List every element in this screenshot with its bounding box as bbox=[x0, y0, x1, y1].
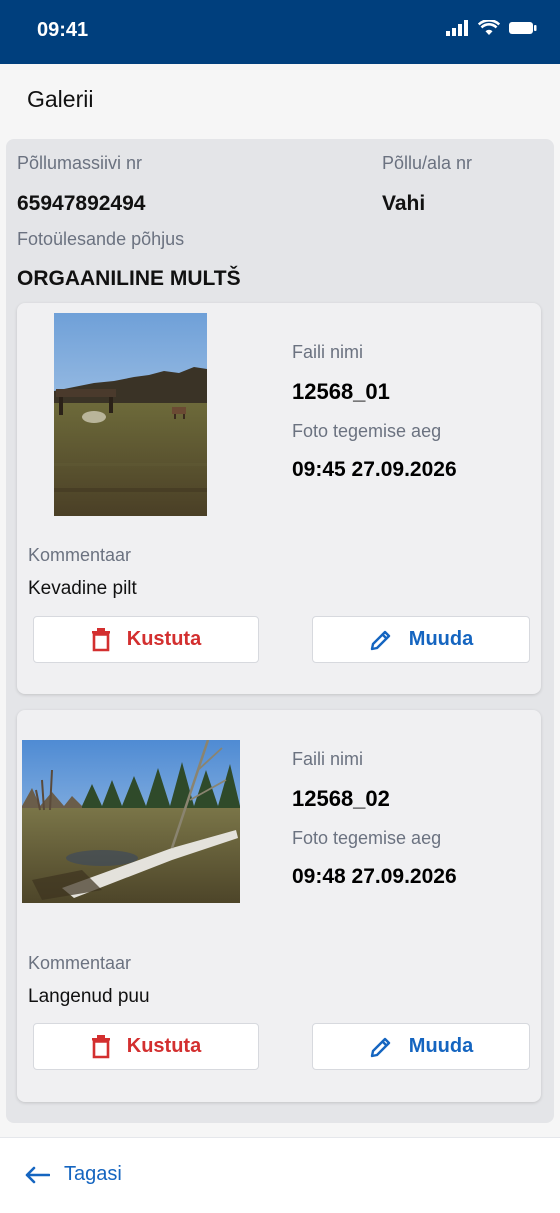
comment-label: Kommentaar bbox=[28, 545, 132, 565]
file-name-value: 12568_01 bbox=[292, 379, 390, 404]
file-name-label: Faili nimi bbox=[292, 342, 364, 362]
photo-time-value: 09:45 27.09.2026 bbox=[292, 458, 457, 481]
comment-label: Kommentaar bbox=[28, 953, 132, 973]
back-button[interactable]: Tagasi bbox=[24, 1163, 122, 1186]
edit-button-label: Muuda bbox=[408, 1035, 474, 1057]
status-time: 09:41 bbox=[37, 19, 89, 41]
signal-icon bbox=[446, 20, 468, 36]
photo-time-value: 09:48 27.09.2026 bbox=[292, 865, 457, 888]
area-number-label: Põllu/ala nr bbox=[382, 153, 473, 173]
delete-button[interactable]: Kustuta bbox=[33, 616, 259, 663]
comment-text: Langenud puu bbox=[28, 986, 150, 1007]
field-number-label: Põllumassiivi nr bbox=[17, 153, 143, 173]
field-number-value: 65947892494 bbox=[17, 192, 146, 215]
edit-button-label: Muuda bbox=[408, 628, 474, 650]
trash-icon bbox=[91, 1034, 110, 1058]
delete-button-label: Kustuta bbox=[126, 628, 202, 650]
area-number-value: Vahi bbox=[382, 192, 426, 215]
photo-reason-label: Fotoülesande põhjus bbox=[17, 229, 185, 249]
photo-card: Faili nimi 12568_01 Foto tegemise aeg 09… bbox=[17, 303, 541, 694]
photo-time-label: Foto tegemise aeg bbox=[292, 421, 442, 441]
comment-text: Kevadine pilt bbox=[28, 578, 137, 599]
delete-button[interactable]: Kustuta bbox=[33, 1023, 259, 1070]
photo-thumbnail[interactable] bbox=[54, 313, 207, 516]
delete-button-label: Kustuta bbox=[126, 1035, 202, 1057]
back-button-label: Tagasi bbox=[64, 1163, 122, 1185]
page-title: Galerii bbox=[27, 86, 94, 112]
edit-button[interactable]: Muuda bbox=[312, 1023, 530, 1070]
trash-icon bbox=[91, 627, 110, 651]
edit-button[interactable]: Muuda bbox=[312, 616, 530, 663]
pencil-icon bbox=[370, 630, 390, 650]
file-name-value: 12568_02 bbox=[292, 786, 390, 811]
status-icons bbox=[446, 20, 538, 36]
pencil-icon bbox=[370, 1037, 390, 1057]
arrow-left-icon bbox=[25, 1166, 50, 1183]
photo-card: Faili nimi 12568_02 Foto tegemise aeg 09… bbox=[17, 710, 541, 1102]
file-name-label: Faili nimi bbox=[292, 749, 364, 769]
photo-reason-value: ORGAANILINE MULTŠ bbox=[17, 267, 241, 290]
wifi-icon bbox=[478, 20, 500, 35]
photo-thumbnail[interactable] bbox=[22, 740, 240, 903]
battery-icon bbox=[509, 22, 537, 34]
bottom-bar: Tagasi bbox=[0, 1137, 560, 1213]
status-bar: 09:41 bbox=[0, 0, 560, 64]
photo-time-label: Foto tegemise aeg bbox=[292, 828, 442, 848]
